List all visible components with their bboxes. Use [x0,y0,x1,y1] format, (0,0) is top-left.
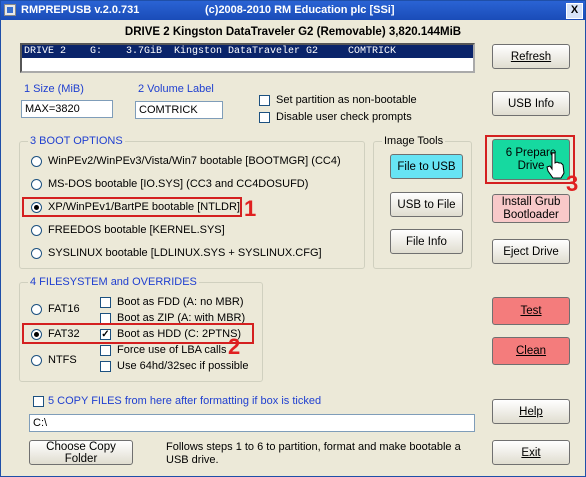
app-window: RMPREPUSB v.2.0.731 (c)2008-2010 RM Educ… [0,0,586,477]
copy-files-path-input[interactable]: C:\ [29,414,475,432]
disable-checks-checkbox[interactable] [259,112,270,123]
fs-ntfs-radio[interactable] [31,355,42,366]
window-copyright: (c)2008-2010 RM Education plc [SSi] [205,4,395,16]
eject-drive-button[interactable]: Eject Drive [492,239,570,264]
test-button[interactable]: Test [492,297,570,325]
step2-callout: 2 [228,334,241,359]
boot-fdd-label: Boot as FDD (A: no MBR) [117,296,244,308]
drive-list[interactable]: DRIVE 2 G: 3.7GiB Kingston DataTraveler … [20,43,475,73]
step1-highlight [22,197,242,217]
fs-fat16-radio[interactable] [31,304,42,315]
boot-option-syslinux-radio[interactable] [31,248,42,259]
boot-option-bootmgr-radio[interactable] [31,156,42,167]
boot-option-freedos-radio[interactable] [31,225,42,236]
disable-checks-label: Disable user check prompts [276,111,412,123]
step2-highlight [22,323,254,344]
file-info-button[interactable]: File Info [390,229,463,254]
boot-option-syslinux-label: SYSLINUX bootable [LDLINUX.SYS + SYSLINU… [48,247,322,259]
boot-option-msdos-radio[interactable] [31,179,42,190]
boot-option-freedos-label: FREEDOS bootable [KERNEL.SYS] [48,224,225,236]
file-to-usb-button[interactable]: File to USB [390,154,463,179]
app-icon [4,4,16,16]
help-button[interactable]: Help [492,399,570,424]
close-button[interactable]: X [566,3,583,19]
drive-header: DRIVE 2 Kingston DataTraveler G2 (Remova… [124,26,462,38]
copy-files-checkbox[interactable] [33,396,44,407]
usb-to-file-button[interactable]: USB to File [390,192,463,217]
fs-ntfs-label: NTFS [48,354,77,366]
non-bootable-label: Set partition as non-bootable [276,94,417,106]
drive-list-item[interactable]: DRIVE 2 G: 3.7GiB Kingston DataTraveler … [22,45,473,58]
clean-button[interactable]: Clean [492,337,570,365]
boot-option-msdos-label: MS-DOS bootable [IO.SYS] (CC3 and CC4DOS… [48,178,309,190]
footer-instructions: Follows steps 1 to 6 to partition, forma… [166,441,461,466]
exit-button[interactable]: Exit [492,440,570,465]
boot-options-title: 3 BOOT OPTIONS [28,135,125,147]
image-tools-title: Image Tools [382,135,446,147]
size-input[interactable]: MAX=3820 [21,100,113,118]
choose-copy-folder-button[interactable]: Choose Copy Folder [29,440,133,465]
usb-info-button[interactable]: USB Info [492,91,570,116]
use-64hd-label: Use 64hd/32sec if possible [117,360,249,372]
force-lba-checkbox[interactable] [100,345,111,356]
install-grub-button[interactable]: Install Grub Bootloader [492,194,570,223]
step3-callout: 3 [566,171,579,196]
refresh-button[interactable]: Refresh [492,44,570,69]
force-lba-label: Force use of LBA calls [117,344,227,356]
fs-fat16-label: FAT16 [48,303,80,315]
volume-label-input[interactable]: COMTRICK [135,101,223,119]
boot-fdd-checkbox[interactable] [100,297,111,308]
step1-callout: 1 [244,196,257,221]
boot-option-bootmgr-label: WinPEv2/WinPEv3/Vista/Win7 bootable [BOO… [48,155,341,167]
non-bootable-checkbox[interactable] [259,95,270,106]
volume-label-label: 2 Volume Label [138,83,214,95]
window-title: RMPREPUSB v.2.0.731 [21,4,140,16]
use-64hd-checkbox[interactable] [100,361,111,372]
title-bar: RMPREPUSB v.2.0.731 (c)2008-2010 RM Educ… [1,1,585,20]
hand-cursor-icon [546,152,565,179]
size-label: 1 Size (MiB) [24,83,84,95]
filesystem-title: 4 FILESYSTEM and OVERRIDES [28,276,199,288]
copy-files-label: 5 COPY FILES from here after formatting … [48,395,322,407]
